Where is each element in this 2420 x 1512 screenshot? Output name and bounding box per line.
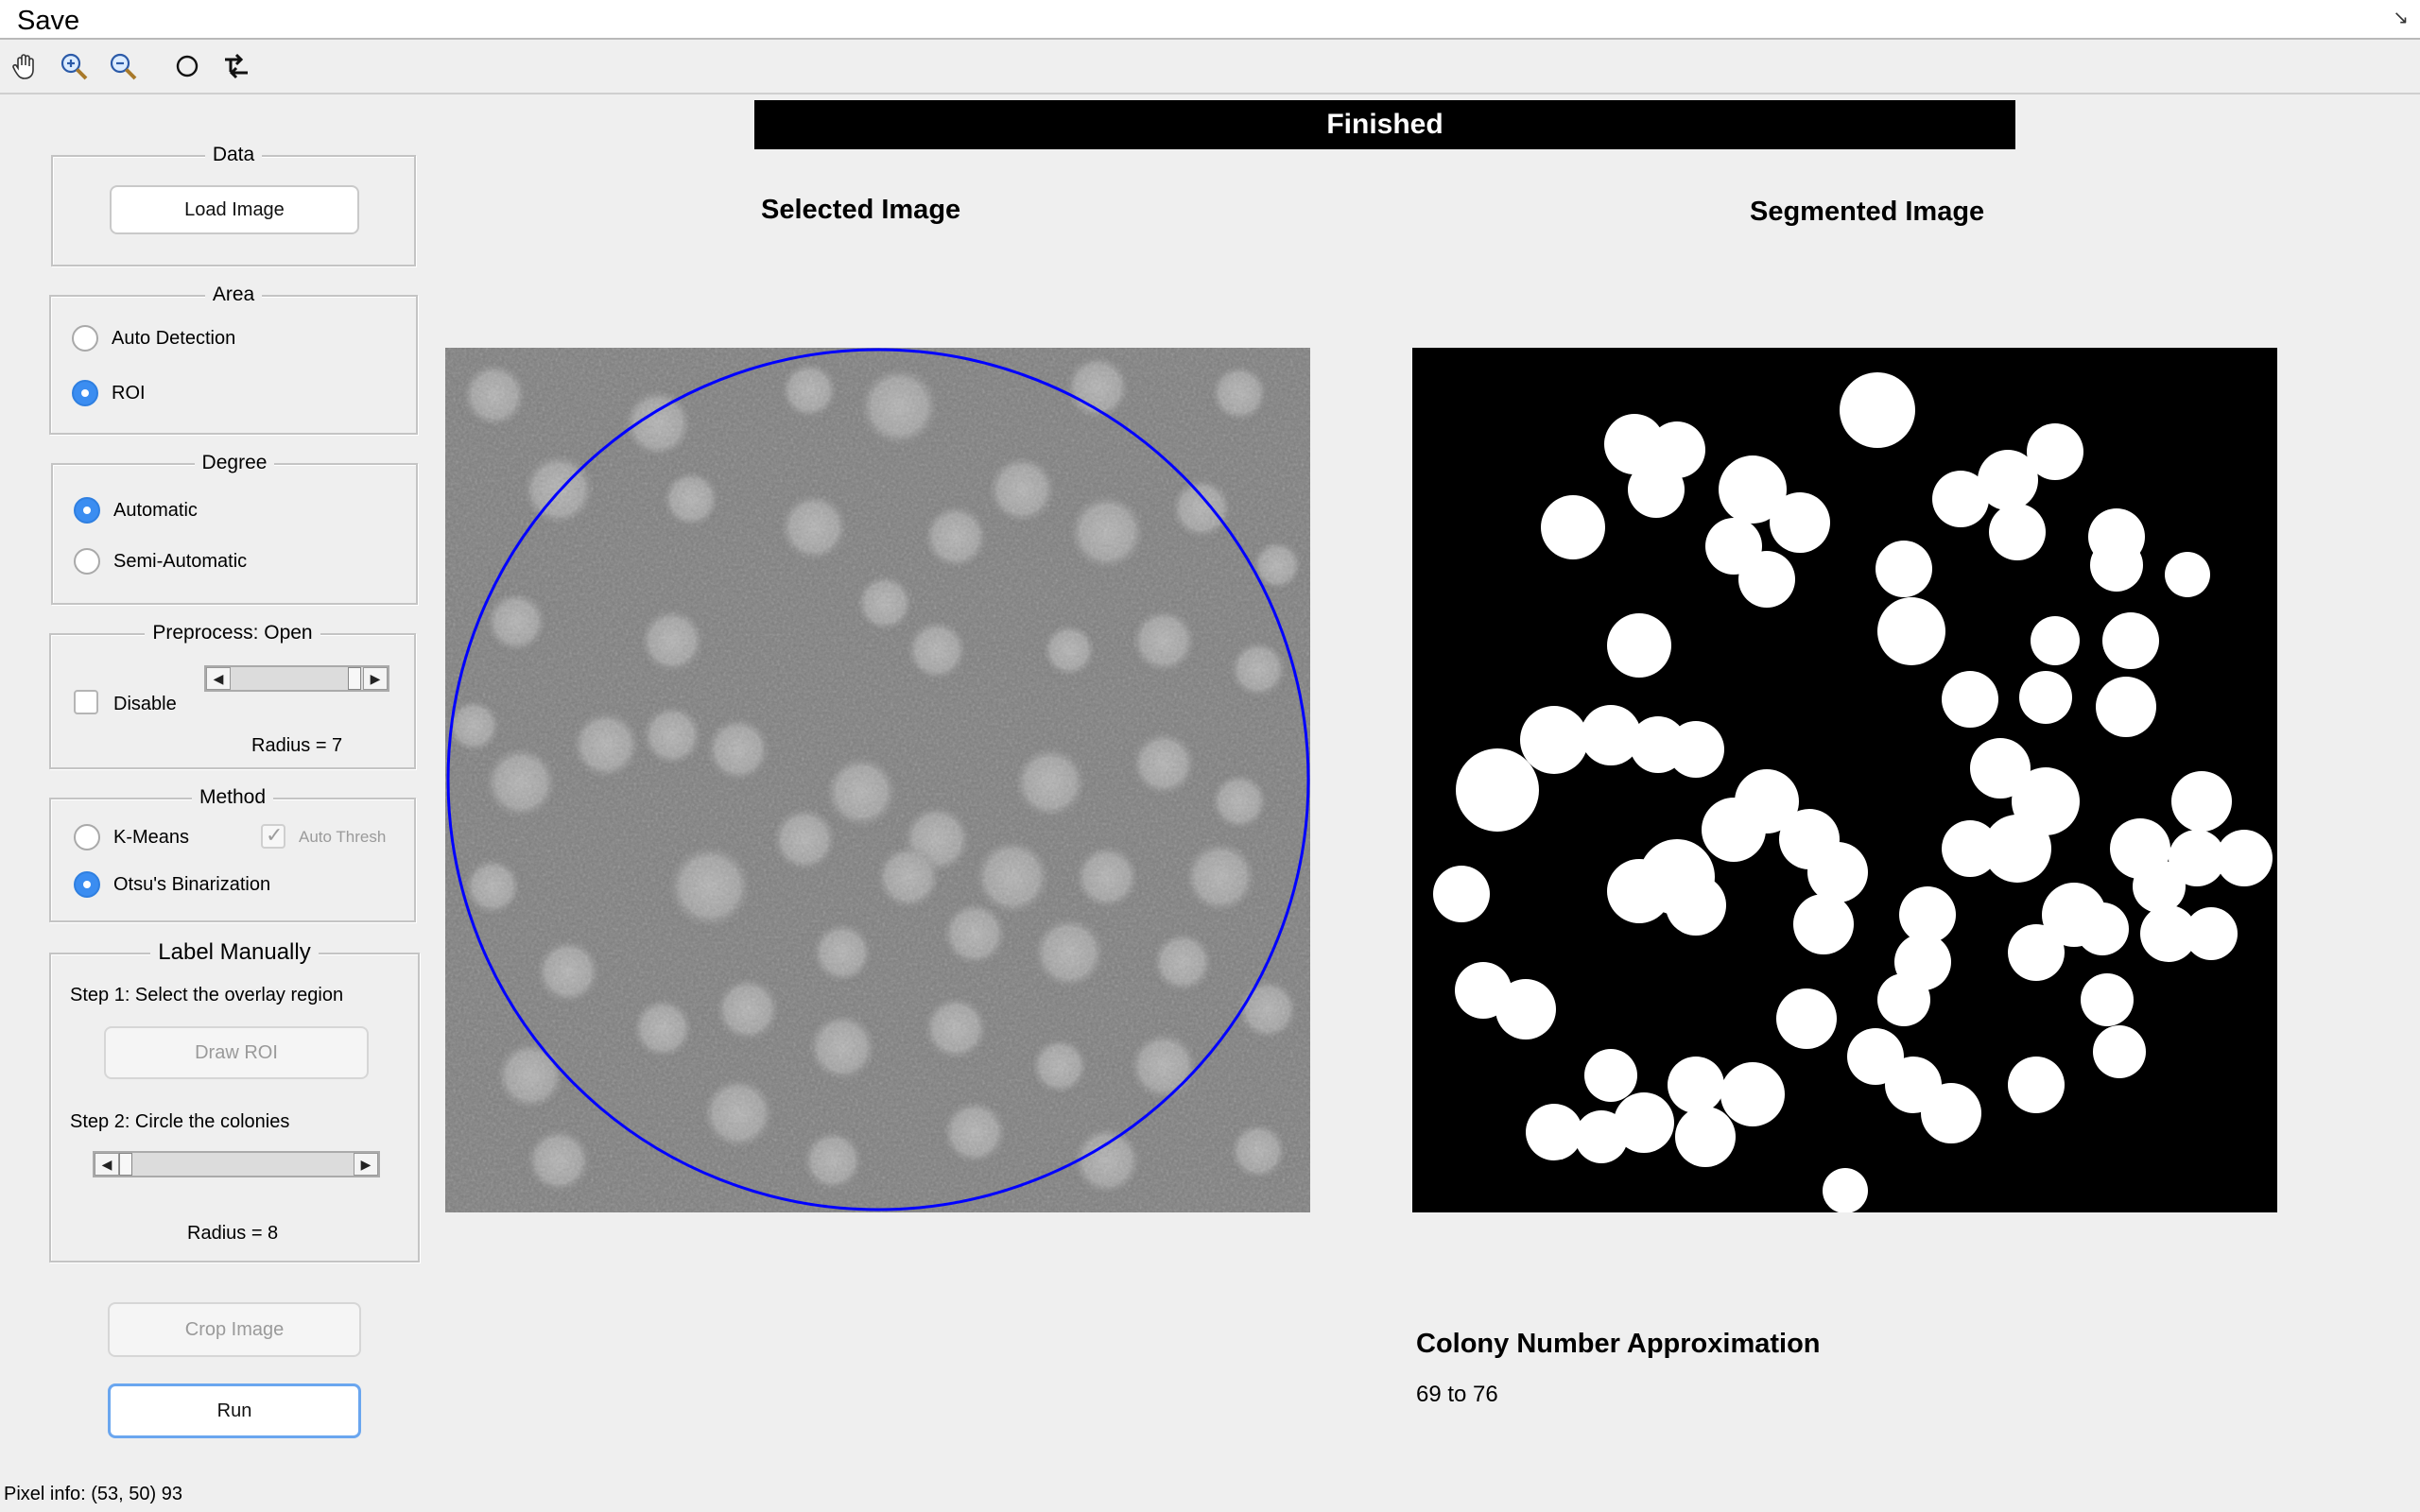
auto-thresh-label: Auto Thresh	[299, 828, 387, 846]
area-panel: Area Auto Detection ROI	[49, 284, 418, 435]
disable-checkbox[interactable]	[74, 690, 98, 714]
auto-detection-label: Auto Detection	[112, 328, 236, 349]
preprocess-panel-title: Preprocess: Open	[145, 622, 320, 644]
colony-number-value: 69 to 76	[1416, 1382, 1498, 1407]
slider-right-arrow-icon[interactable]: ▶	[363, 667, 388, 690]
circle-roi-icon[interactable]	[170, 49, 204, 83]
slider-right-arrow-icon[interactable]: ▶	[354, 1153, 378, 1176]
run-button[interactable]: Run	[108, 1383, 361, 1438]
toolbar	[0, 40, 2420, 94]
automatic-label: Automatic	[113, 500, 198, 521]
slider-thumb[interactable]	[348, 667, 361, 690]
segmented-image[interactable]	[1412, 348, 2277, 1212]
k-means-label: K-Means	[113, 827, 190, 848]
disable-label: Disable	[113, 694, 177, 714]
roi-label: ROI	[112, 383, 146, 404]
data-panel: Data Load Image	[51, 144, 416, 266]
zoom-in-icon[interactable]	[57, 49, 91, 83]
label-manually-title: Label Manually	[150, 939, 319, 965]
radio-auto-detection[interactable]	[72, 325, 98, 352]
swap-arrows-icon[interactable]	[219, 49, 253, 83]
preprocess-radius-slider[interactable]: ◀ ▶	[204, 665, 389, 692]
semi-automatic-label: Semi-Automatic	[113, 551, 248, 572]
data-panel-title: Data	[204, 144, 263, 165]
radio-automatic[interactable]	[74, 497, 100, 524]
menu-save[interactable]: Save	[17, 6, 79, 37]
radio-semi-automatic[interactable]	[74, 548, 100, 575]
preprocess-radius-value: Radius = 7	[251, 735, 343, 756]
status-banner: Finished	[754, 100, 2015, 149]
label-radius-slider[interactable]: ◀ ▶	[93, 1151, 380, 1177]
method-panel: Method K-Means ✓ Auto Thresh Otsu's Bina…	[49, 786, 416, 922]
crop-image-button[interactable]: Crop Image	[108, 1302, 361, 1357]
load-image-button[interactable]: Load Image	[110, 185, 359, 234]
slider-left-arrow-icon[interactable]: ◀	[206, 667, 231, 690]
degree-panel-title: Degree	[194, 452, 275, 473]
preprocess-panel: Preprocess: Open Disable ◀ ▶ Radius = 7	[49, 622, 416, 769]
otsu-label: Otsu's Binarization	[113, 874, 271, 895]
zoom-out-icon[interactable]	[106, 49, 140, 83]
radio-k-means[interactable]	[74, 824, 100, 850]
pan-icon[interactable]	[8, 49, 42, 83]
segmented-image-title: Segmented Image	[1750, 197, 1985, 227]
step1-label: Step 1: Select the overlay region	[70, 985, 344, 1005]
label-radius-value: Radius = 8	[187, 1223, 279, 1244]
radio-otsu[interactable]	[74, 871, 100, 898]
slider-thumb[interactable]	[119, 1153, 132, 1176]
resize-icon[interactable]: ↘	[2393, 6, 2409, 29]
draw-roi-button[interactable]: Draw ROI	[104, 1026, 369, 1079]
selected-image[interactable]	[445, 348, 1310, 1212]
menu-bar: Save ↘	[0, 0, 2420, 40]
slider-left-arrow-icon[interactable]: ◀	[95, 1153, 119, 1176]
radio-roi[interactable]	[72, 380, 98, 406]
step2-label: Step 2: Circle the colonies	[70, 1111, 290, 1132]
label-manually-panel: Label Manually Step 1: Select the overla…	[49, 939, 420, 1263]
method-panel-title: Method	[191, 786, 274, 808]
check-icon: ✓	[266, 823, 284, 847]
colony-number-title: Colony Number Approximation	[1416, 1329, 1821, 1359]
auto-thresh-checkbox[interactable]: ✓	[261, 823, 285, 849]
degree-panel: Degree Automatic Semi-Automatic	[51, 452, 418, 605]
area-panel-title: Area	[204, 284, 263, 305]
selected-image-title: Selected Image	[761, 195, 961, 225]
pixel-info: Pixel info: (53, 50) 93	[4, 1484, 182, 1504]
